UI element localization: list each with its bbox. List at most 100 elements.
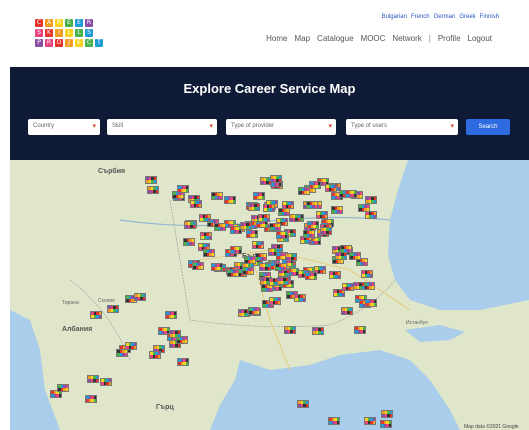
service-marker[interactable] — [361, 270, 373, 278]
service-marker[interactable] — [87, 375, 99, 383]
service-marker[interactable] — [107, 305, 119, 313]
lang-german[interactable]: German — [434, 14, 456, 20]
country-select[interactable]: Country ▾ — [28, 119, 100, 135]
service-marker[interactable] — [305, 272, 317, 280]
service-marker[interactable] — [224, 196, 236, 204]
service-marker[interactable] — [177, 358, 189, 366]
service-marker[interactable] — [165, 311, 177, 319]
nav-home[interactable]: Home — [266, 34, 287, 43]
service-marker[interactable] — [177, 185, 189, 193]
service-marker[interactable] — [246, 230, 258, 238]
career-service-map[interactable]: Сърбия Бълга Албания Гърц Тирана Скопие … — [10, 160, 529, 430]
service-marker[interactable] — [353, 282, 365, 290]
map-label-skopje: Скопие — [98, 298, 115, 304]
service-marker[interactable] — [278, 208, 290, 216]
service-marker[interactable] — [90, 311, 102, 319]
service-marker[interactable] — [214, 223, 226, 231]
service-marker[interactable] — [258, 214, 270, 222]
service-marker[interactable] — [190, 200, 202, 208]
service-marker[interactable] — [211, 192, 223, 200]
service-marker[interactable] — [255, 253, 267, 261]
service-marker[interactable] — [364, 417, 376, 425]
nav-mooc[interactable]: MOOC — [361, 34, 386, 43]
service-marker[interactable] — [183, 238, 195, 246]
service-marker[interactable] — [380, 420, 392, 428]
service-marker[interactable] — [85, 395, 97, 403]
service-marker[interactable] — [335, 252, 347, 260]
service-marker[interactable] — [227, 269, 239, 277]
service-marker[interactable] — [297, 400, 309, 408]
service-marker[interactable] — [169, 330, 181, 338]
service-marker[interactable] — [365, 211, 377, 219]
service-marker[interactable] — [230, 246, 242, 254]
service-marker[interactable] — [320, 227, 332, 235]
service-marker[interactable] — [328, 417, 340, 425]
skill-select[interactable]: Skill ▾ — [107, 119, 217, 135]
service-marker[interactable] — [285, 253, 297, 261]
nav-logout[interactable]: Logout — [468, 34, 492, 43]
lang-french[interactable]: French — [411, 14, 430, 20]
nav-profile[interactable]: Profile — [438, 34, 461, 43]
lang-greek[interactable]: Greek — [459, 14, 475, 20]
service-marker[interactable] — [199, 214, 211, 222]
career-skills-logo[interactable]: CAREERSKILLSPROJECT — [35, 19, 103, 55]
service-marker[interactable] — [306, 201, 318, 209]
service-marker[interactable] — [149, 351, 161, 359]
service-marker[interactable] — [277, 277, 289, 285]
service-marker[interactable] — [381, 410, 393, 418]
service-marker[interactable] — [100, 378, 112, 386]
service-marker[interactable] — [269, 297, 281, 305]
service-marker[interactable] — [365, 299, 377, 307]
service-marker[interactable] — [307, 221, 319, 229]
service-marker[interactable] — [349, 252, 361, 260]
service-marker[interactable] — [276, 231, 288, 239]
service-marker[interactable] — [325, 184, 337, 192]
service-marker[interactable] — [354, 326, 366, 334]
service-marker[interactable] — [270, 175, 282, 183]
service-marker[interactable] — [57, 384, 69, 392]
service-marker[interactable] — [269, 223, 281, 231]
lang-finnish[interactable]: Finnish — [480, 14, 499, 20]
service-marker[interactable] — [294, 294, 306, 302]
nav-network[interactable]: Network — [392, 34, 421, 43]
service-marker[interactable] — [316, 211, 328, 219]
service-marker[interactable] — [309, 181, 321, 189]
service-marker[interactable] — [253, 192, 265, 200]
service-marker[interactable] — [240, 222, 252, 230]
provider-type-select[interactable]: Type of provider ▾ — [226, 119, 336, 135]
nav-map[interactable]: Map — [294, 34, 310, 43]
service-marker[interactable] — [298, 187, 310, 195]
lang-bulgarian[interactable]: Bulgarian — [382, 14, 407, 20]
user-type-select[interactable]: Type of users ▾ — [346, 119, 458, 135]
service-marker[interactable] — [284, 326, 296, 334]
service-marker[interactable] — [331, 206, 343, 214]
service-marker[interactable] — [200, 232, 212, 240]
service-marker[interactable] — [134, 293, 146, 301]
service-marker[interactable] — [192, 262, 204, 270]
service-marker[interactable] — [275, 263, 287, 271]
service-marker[interactable] — [289, 214, 301, 222]
search-button[interactable]: Search — [466, 119, 510, 135]
service-marker[interactable] — [252, 241, 264, 249]
service-marker[interactable] — [242, 267, 254, 275]
service-marker[interactable] — [203, 249, 215, 257]
service-marker[interactable] — [211, 263, 223, 271]
service-marker[interactable] — [329, 271, 341, 279]
service-marker[interactable] — [116, 349, 128, 357]
service-marker[interactable] — [342, 283, 354, 291]
service-marker[interactable] — [145, 176, 157, 184]
service-marker[interactable] — [248, 203, 260, 211]
service-marker[interactable] — [184, 221, 196, 229]
service-marker[interactable] — [259, 263, 271, 271]
service-marker[interactable] — [345, 190, 357, 198]
logo-letter-tile: L — [75, 29, 83, 37]
service-marker[interactable] — [312, 327, 324, 335]
service-marker[interactable] — [303, 230, 315, 238]
service-marker[interactable] — [248, 307, 260, 315]
service-marker[interactable] — [147, 186, 159, 194]
service-marker[interactable] — [365, 196, 377, 204]
service-marker[interactable] — [341, 307, 353, 315]
service-marker[interactable] — [263, 204, 275, 212]
nav-catalogue[interactable]: Catalogue — [317, 34, 353, 43]
service-marker[interactable] — [358, 204, 370, 212]
